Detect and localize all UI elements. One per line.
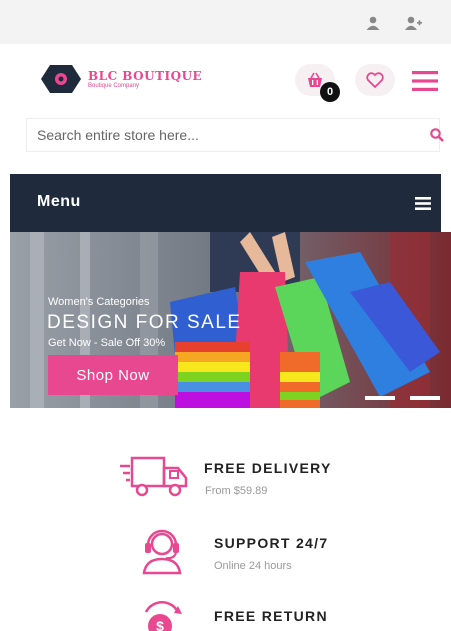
shop-now-button[interactable]: Shop Now: [48, 355, 178, 395]
add-user-icon[interactable]: [404, 14, 422, 32]
feature-subtitle: From $59.89: [205, 485, 268, 497]
delivery-truck-icon: [120, 456, 188, 497]
menu-label: Menu: [37, 193, 81, 210]
svg-text:$: $: [156, 618, 164, 631]
search-input[interactable]: [27, 119, 397, 151]
menu-bar[interactable]: Menu: [10, 174, 441, 232]
search-icon[interactable]: [429, 127, 445, 143]
return-money-icon: $: [144, 601, 182, 631]
feature-free-return: $ FREE RETURN: [0, 598, 451, 631]
hero-title: DESIGN FOR SALE: [47, 312, 242, 333]
feature-title: FREE DELIVERY: [204, 460, 332, 476]
brand-logo[interactable]: BLC BOUTIQUE Boutique Company: [40, 62, 230, 98]
slider-dot-1[interactable]: [365, 396, 395, 400]
brand-name: BLC BOUTIQUE: [88, 69, 203, 83]
feature-title: SUPPORT 24/7: [214, 535, 329, 551]
hero-offer: Get Now - Sale Off 30%: [48, 337, 166, 349]
hero-subtitle: Women's Categories: [48, 296, 150, 308]
feature-subtitle: Online 24 hours: [214, 560, 292, 572]
header: BLC BOUTIQUE Boutique Company: [0, 44, 451, 116]
menu-toggle-icon[interactable]: [415, 197, 431, 210]
logo-hexagon-icon: [41, 65, 81, 93]
feature-support: SUPPORT 24/7 Online 24 hours: [0, 527, 451, 587]
user-icon[interactable]: [364, 14, 382, 32]
wishlist-button[interactable]: [355, 64, 395, 96]
feature-title: FREE RETURN: [214, 608, 328, 624]
hamburger-icon[interactable]: [412, 70, 438, 92]
slider-dot-2[interactable]: [410, 396, 440, 400]
top-bar: [0, 0, 451, 44]
search-bar: [26, 118, 444, 152]
heart-icon: [366, 72, 384, 89]
cart-count-badge: 0: [320, 82, 340, 102]
brand-tagline: Boutique Company: [88, 83, 140, 89]
feature-free-delivery: FREE DELIVERY From $59.89: [0, 452, 451, 512]
hero-banner: Women's Categories DESIGN FOR SALE Get N…: [10, 232, 451, 408]
headset-icon: [142, 529, 182, 575]
